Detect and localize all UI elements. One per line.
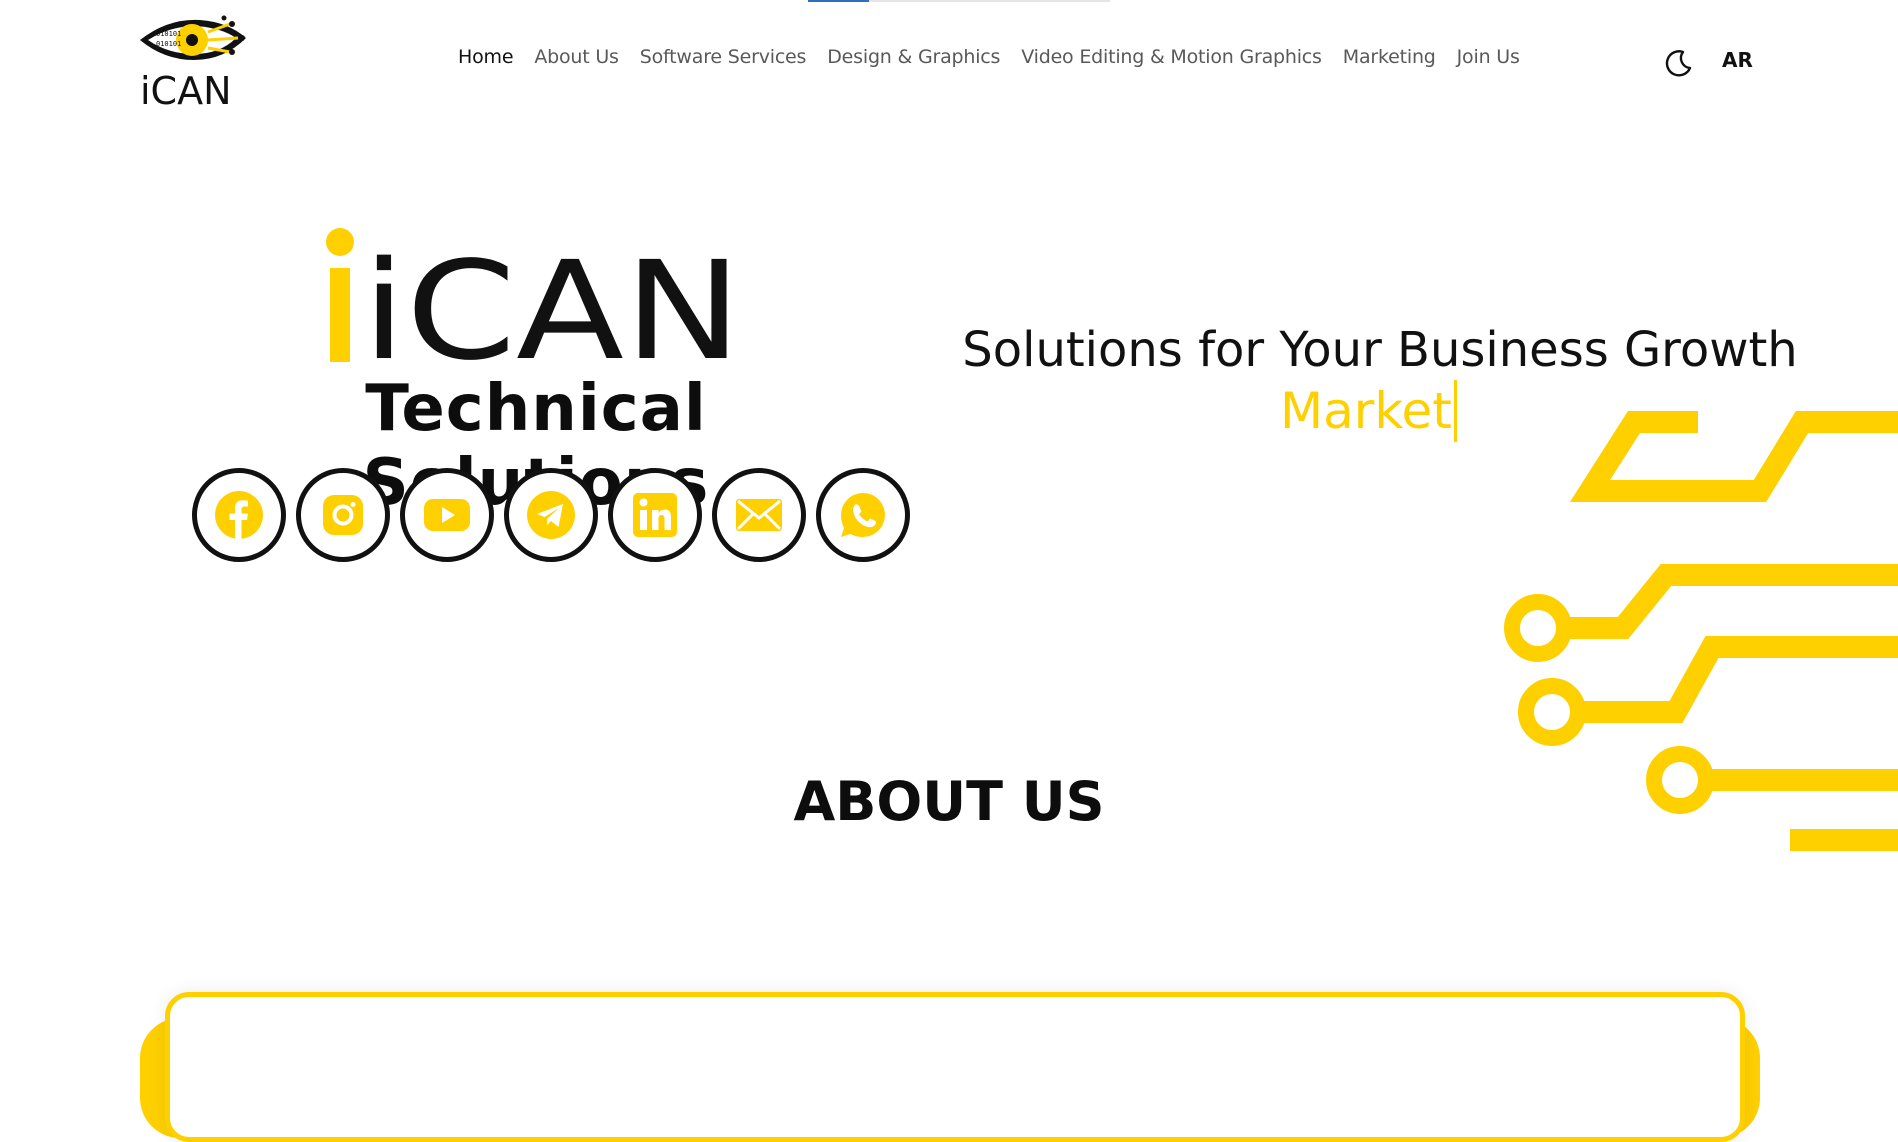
youtube-button[interactable] xyxy=(400,468,494,562)
linkedin-button[interactable] xyxy=(608,468,702,562)
email-button[interactable] xyxy=(712,468,806,562)
nav-marketing[interactable]: Marketing xyxy=(1343,46,1436,68)
instagram-icon xyxy=(323,495,363,535)
nav-video-editing[interactable]: Video Editing & Motion Graphics xyxy=(1021,46,1322,68)
facebook-button[interactable] xyxy=(192,468,286,562)
nav-home[interactable]: Home xyxy=(458,46,514,68)
about-card xyxy=(165,992,1745,1142)
hero-logo-text: iCAN xyxy=(362,233,742,362)
site-header: 010101 010101 iCAN Home About Us Softwar… xyxy=(0,0,1898,120)
nav-join-us[interactable]: Join Us xyxy=(1457,46,1520,68)
hero-tagline: Solutions for Your Business Growth xyxy=(962,322,1798,378)
whatsapp-button[interactable] xyxy=(816,468,910,562)
moon-icon[interactable] xyxy=(1664,48,1694,78)
email-icon xyxy=(736,499,782,531)
telegram-button[interactable] xyxy=(504,468,598,562)
nav-design-graphics[interactable]: Design & Graphics xyxy=(827,46,1000,68)
linkedin-icon xyxy=(633,493,677,537)
language-toggle[interactable]: AR xyxy=(1722,48,1753,72)
youtube-icon xyxy=(424,499,470,531)
hero-logo: iCAN xyxy=(326,228,742,362)
typed-word: Market xyxy=(1280,380,1457,442)
about-us-heading: ABOUT US xyxy=(793,770,1105,833)
header-logo-text: iCAN xyxy=(140,69,232,108)
logo-code-text: 010101 xyxy=(156,30,181,38)
logo-code-text-2: 010101 xyxy=(156,40,181,48)
nav-software-services[interactable]: Software Services xyxy=(640,46,807,68)
facebook-icon xyxy=(215,491,263,539)
social-links xyxy=(192,468,910,562)
nav-about-us[interactable]: About Us xyxy=(534,46,619,68)
whatsapp-icon xyxy=(841,493,885,537)
main-nav: Home About Us Software Services Design &… xyxy=(458,46,1520,68)
instagram-button[interactable] xyxy=(296,468,390,562)
header-logo[interactable]: 010101 010101 iCAN xyxy=(138,14,254,108)
telegram-icon xyxy=(527,491,575,539)
